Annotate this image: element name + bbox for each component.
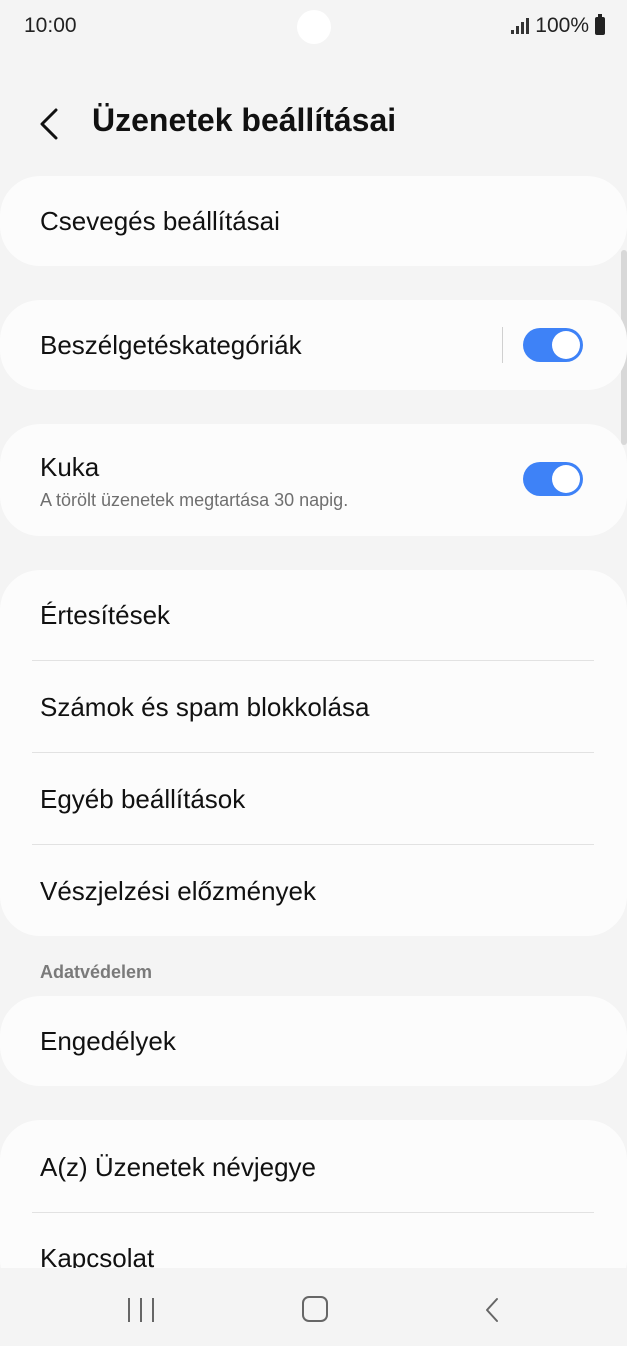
trash-label: Kuka (40, 452, 100, 482)
page-title: Üzenetek beállításai (92, 102, 397, 138)
recent-apps-icon[interactable] (128, 1298, 154, 1322)
permissions-label: Engedélyek (40, 1026, 176, 1056)
block-numbers-item[interactable]: Számok és spam blokkolása (40, 692, 369, 723)
permissions-item[interactable]: Engedélyek (0, 996, 627, 1086)
divider (32, 844, 594, 845)
home-icon[interactable] (302, 1296, 328, 1322)
trash-item[interactable]: Kuka A törölt üzenetek megtartása 30 nap… (0, 424, 627, 536)
battery-percentage: 100% (535, 14, 589, 37)
battery-icon (595, 14, 605, 35)
notifications-item[interactable]: Értesítések (40, 600, 170, 631)
privacy-section-header: Adatvédelem (40, 962, 153, 982)
chat-settings-item[interactable]: Csevegés beállításai (0, 176, 627, 266)
other-settings-item[interactable]: Egyéb beállítások (40, 784, 245, 815)
about-item[interactable]: A(z) Üzenetek névjegye (40, 1152, 316, 1183)
back-arrow-icon[interactable] (30, 104, 70, 144)
navigation-bar (0, 1268, 627, 1346)
chat-settings-label: Csevegés beállításai (40, 206, 280, 236)
divider (502, 327, 503, 363)
status-time: 10:00 (24, 14, 77, 37)
divider (32, 752, 594, 753)
trash-description: A törölt üzenetek megtartása 30 napig. (40, 490, 349, 510)
conversation-categories-toggle[interactable] (523, 328, 583, 362)
status-indicators: 100% (511, 14, 605, 38)
camera-cutout (297, 10, 331, 44)
app-header: Üzenetek beállításai (0, 90, 627, 160)
conversation-categories-label: Beszélgetéskategóriák (40, 330, 302, 360)
nav-back-icon[interactable] (482, 1296, 502, 1324)
settings-group: Értesítések Számok és spam blokkolása Eg… (0, 570, 627, 936)
signal-icon (511, 18, 530, 34)
trash-toggle[interactable] (523, 462, 583, 496)
divider (32, 660, 594, 661)
conversation-categories-item[interactable]: Beszélgetéskategóriák (0, 300, 627, 390)
status-bar: 10:00 100% (0, 0, 627, 56)
emergency-history-item[interactable]: Vészjelzési előzmények (40, 876, 316, 907)
divider (32, 1212, 594, 1213)
